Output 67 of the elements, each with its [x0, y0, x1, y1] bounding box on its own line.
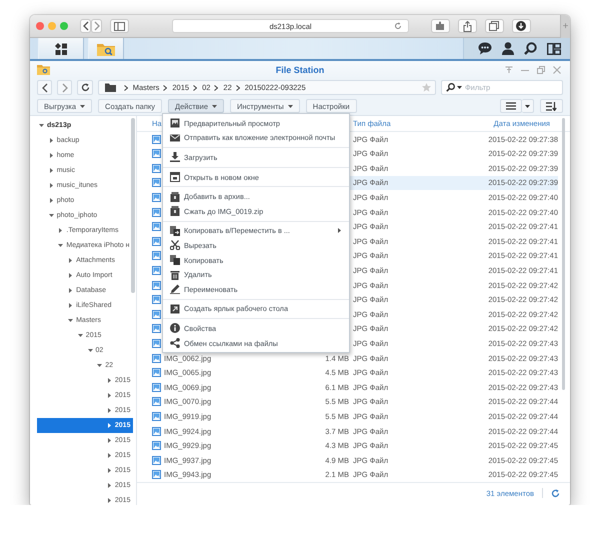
back-button[interactable]	[80, 19, 91, 33]
info-icon	[170, 323, 180, 334]
image-file-icon	[152, 354, 161, 363]
refresh-button[interactable]	[77, 80, 93, 95]
pencil-icon	[170, 284, 180, 294]
image-file-icon	[152, 412, 161, 421]
chevron-right-icon	[124, 84, 128, 90]
forward-button[interactable]	[57, 80, 72, 95]
grid-icon	[55, 42, 67, 54]
main-menu-button[interactable]	[38, 38, 84, 59]
list-icon	[506, 102, 516, 110]
refresh-icon[interactable]	[551, 488, 560, 498]
image-file-icon	[152, 368, 161, 378]
widgets-icon[interactable]	[547, 42, 561, 54]
folder-icon	[97, 42, 115, 56]
tabs-icon	[489, 21, 499, 31]
image-file-icon	[152, 456, 161, 465]
chevron-right-icon	[92, 21, 100, 31]
user-icon[interactable]	[502, 42, 514, 55]
chevron-left-icon	[82, 21, 90, 31]
downloads-button[interactable]	[512, 19, 530, 33]
refresh-icon	[80, 83, 90, 92]
folder-icon	[37, 64, 50, 75]
image-icon	[170, 118, 180, 128]
image-file-icon	[152, 470, 161, 480]
extension-button[interactable]	[430, 19, 450, 33]
chevron-right-icon	[193, 84, 198, 90]
scissors-icon	[170, 240, 180, 250]
sidebar-button[interactable]	[110, 19, 129, 33]
box-icon	[170, 206, 180, 216]
chevron-left-icon	[40, 82, 49, 92]
download-icon	[516, 21, 526, 31]
download-icon	[170, 152, 180, 162]
share-icon	[462, 20, 472, 32]
folder-icon	[104, 83, 116, 92]
sort-button[interactable]	[540, 99, 563, 113]
star-icon[interactable]	[422, 83, 431, 92]
image-file-icon	[152, 426, 161, 436]
reload-icon[interactable]	[394, 22, 402, 30]
tabs-button[interactable]	[484, 19, 504, 33]
search-icon[interactable]	[524, 42, 537, 55]
image-file-icon	[152, 441, 161, 450]
window-icon	[170, 172, 180, 182]
sidebar-icon	[114, 22, 125, 30]
chevron-right-icon	[214, 84, 218, 90]
envelope-icon	[170, 132, 180, 143]
sort-icon	[546, 102, 557, 110]
view-menu-button[interactable]	[522, 99, 534, 113]
window-title: File Station	[276, 64, 324, 74]
share-icon	[170, 338, 180, 348]
chevron-right-icon	[60, 82, 69, 92]
trash-icon	[170, 270, 180, 280]
caret-icon	[525, 104, 530, 108]
documents-icon	[170, 226, 180, 236]
back-button[interactable]	[37, 80, 52, 95]
chevron-right-icon	[236, 84, 240, 90]
list-view-button[interactable]	[500, 99, 522, 113]
copy-icon	[170, 255, 180, 266]
box-icon	[170, 192, 180, 202]
chevron-right-icon	[163, 84, 168, 90]
chat-icon[interactable]	[478, 42, 492, 55]
scrollbar[interactable]	[562, 118, 565, 390]
share-button[interactable]	[458, 19, 476, 33]
shortcut-icon	[170, 304, 180, 314]
image-file-icon	[152, 382, 161, 392]
image-file-icon	[152, 397, 161, 406]
file-station-button[interactable]	[88, 38, 124, 59]
